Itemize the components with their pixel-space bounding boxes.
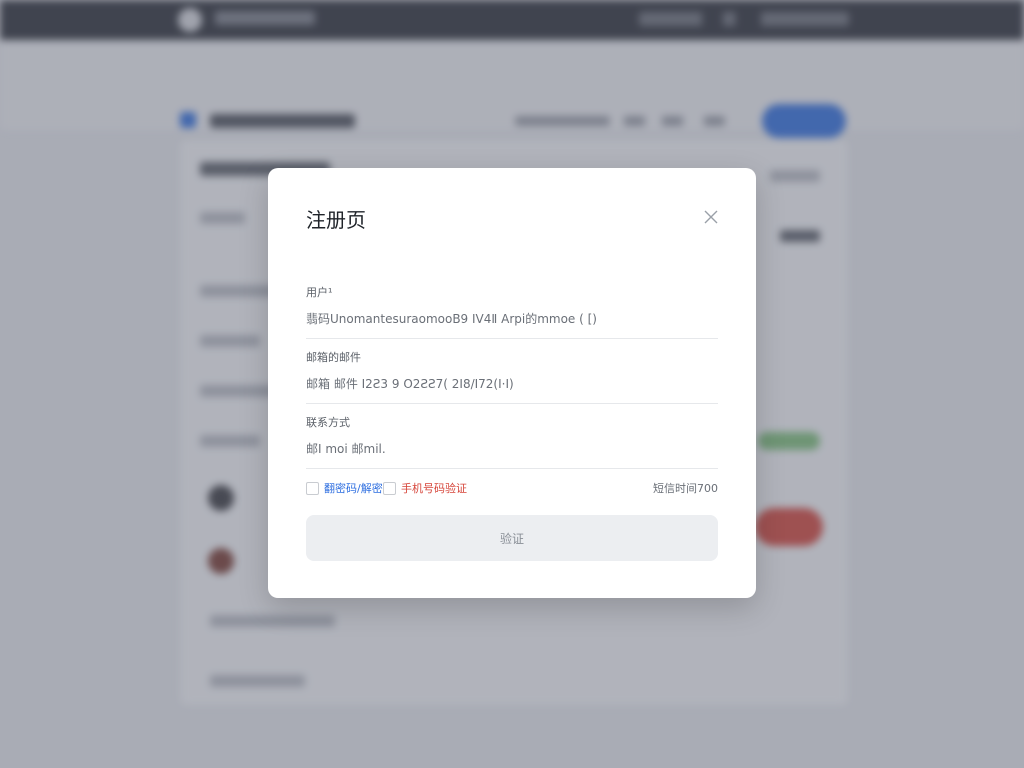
password-checkbox[interactable]: 翻密码/解密 xyxy=(306,480,383,496)
checkbox-icon[interactable] xyxy=(383,481,396,495)
contact-field[interactable]: 联系方式 邮I moi 邮mil. xyxy=(306,414,718,469)
password-checkbox-label: 翻密码/解密 xyxy=(324,482,383,495)
register-dialog: 注册页 用户¹ 翡码UnomantesuraomooB9 ⅠⅤ4Ⅱ Arpi的m… xyxy=(268,168,756,598)
phone-verify-checkbox[interactable]: 手机号码验证 xyxy=(383,480,467,496)
verify-button[interactable]: 验证 xyxy=(306,515,718,561)
username-label: 用户¹ xyxy=(306,286,333,299)
email-value[interactable]: 邮箱 邮件 I2Ƨ3 9 O2ƧƧ7( 2I8/I72(Ⅰ·Ⅰ) xyxy=(306,375,718,403)
checkbox-icon[interactable] xyxy=(306,481,319,495)
close-icon[interactable] xyxy=(700,206,722,228)
username-field[interactable]: 用户¹ 翡码UnomantesuraomooB9 ⅠⅤ4Ⅱ Arpi的mmoe … xyxy=(306,284,718,339)
contact-label: 联系方式 xyxy=(306,416,350,429)
contact-value[interactable]: 邮I moi 邮mil. xyxy=(306,440,718,468)
options-row: 翻密码/解密 手机号码验证 短信时间700 xyxy=(306,480,718,496)
username-value[interactable]: 翡码UnomantesuraomooB9 ⅠⅤ4Ⅱ Arpi的mmoe ( [) xyxy=(306,310,718,338)
email-field[interactable]: 邮箱的邮件 邮箱 邮件 I2Ƨ3 9 O2ƧƧ7( 2I8/I72(Ⅰ·Ⅰ) xyxy=(306,349,718,404)
phone-verify-checkbox-label: 手机号码验证 xyxy=(401,482,467,495)
email-label: 邮箱的邮件 xyxy=(306,351,361,364)
sms-timer: 短信时间700 xyxy=(653,482,718,495)
dialog-title: 注册页 xyxy=(306,208,366,232)
